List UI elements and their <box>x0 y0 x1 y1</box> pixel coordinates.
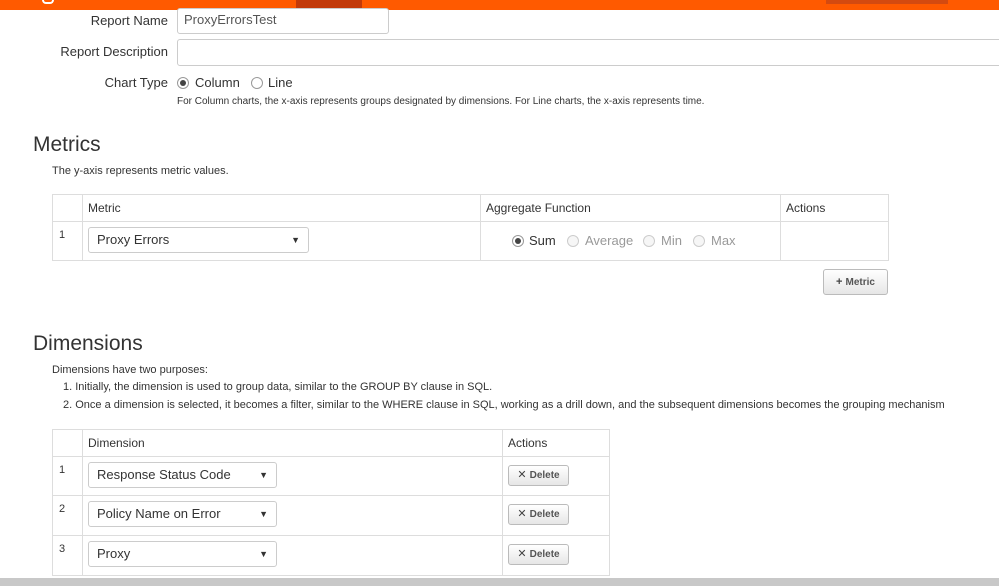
delete-button[interactable]: ✕ Delete <box>508 544 569 565</box>
close-icon: ✕ <box>517 548 527 560</box>
chart-type-line-label[interactable]: Line <box>268 75 293 90</box>
logo-icon[interactable] <box>42 0 54 4</box>
dimension-row: 2 Policy Name on Error ▼ ✕ Delete <box>52 495 610 536</box>
aggregate-average-radio[interactable] <box>567 235 579 247</box>
report-name-label: Report Name <box>90 13 168 28</box>
close-icon: ✕ <box>517 469 527 481</box>
metric-row-index: 1 <box>52 221 83 261</box>
report-description-input[interactable] <box>177 39 999 66</box>
close-icon: ✕ <box>517 508 527 520</box>
dimension-row-index: 3 <box>52 535 83 576</box>
chevron-down-icon: ▼ <box>291 235 300 245</box>
dimension-select[interactable]: Proxy ▼ <box>88 541 277 567</box>
metrics-table: Metric Aggregate Function Actions 1 Prox… <box>52 194 889 261</box>
chevron-down-icon: ▼ <box>259 549 268 559</box>
dimension-column-header: Dimension <box>82 429 503 457</box>
metrics-table-header: Metric Aggregate Function Actions <box>52 194 889 222</box>
aggregate-min-radio[interactable] <box>643 235 655 247</box>
delete-label: Delete <box>529 549 560 560</box>
add-metric-button[interactable]: + Metric <box>823 269 888 295</box>
dimension-row-index: 2 <box>52 495 83 536</box>
delete-label: Delete <box>529 509 560 520</box>
report-description-label: Report Description <box>60 44 168 59</box>
dimension-select[interactable]: Response Status Code ▼ <box>88 462 277 488</box>
chart-type-label: Chart Type <box>104 75 168 90</box>
aggregate-max-radio[interactable] <box>693 235 705 247</box>
delete-button[interactable]: ✕ Delete <box>508 465 569 486</box>
dimension-row: 1 Response Status Code ▼ ✕ Delete <box>52 456 610 496</box>
dimension-actions-cell: ✕ Delete <box>502 495 610 536</box>
aggregate-average-label[interactable]: Average <box>585 233 633 248</box>
chevron-down-icon: ▼ <box>259 509 268 519</box>
add-metric-label: Metric <box>845 277 875 288</box>
metrics-heading: Metrics <box>33 133 101 156</box>
chart-type-column-label[interactable]: Column <box>195 75 240 90</box>
dimension-select-value: Proxy <box>97 546 131 561</box>
chart-type-line-radio[interactable] <box>251 77 263 89</box>
chart-type-help-text: For Column charts, the x-axis represents… <box>177 96 705 107</box>
plus-icon: + <box>836 276 843 288</box>
top-action-button[interactable] <box>826 0 948 4</box>
dimensions-table-header: Dimension Actions <box>52 429 610 457</box>
metric-select-value: Proxy Errors <box>97 232 170 247</box>
dimension-select-value: Response Status Code <box>97 467 231 482</box>
metrics-index-header <box>52 194 83 222</box>
aggregate-function-column-header: Aggregate Function <box>480 194 781 222</box>
metric-select[interactable]: Proxy Errors ▼ <box>88 227 309 253</box>
dimension-actions-column-header: Actions <box>502 429 610 457</box>
horizontal-scrollbar[interactable] <box>0 578 999 586</box>
dimension-actions-cell: ✕ Delete <box>502 456 610 496</box>
metrics-note: The y-axis represents metric values. <box>52 165 229 177</box>
aggregate-sum-label[interactable]: Sum <box>529 233 556 248</box>
actions-column-header: Actions <box>780 194 889 222</box>
dimensions-point-2: 2. Once a dimension is selected, it beco… <box>63 399 945 411</box>
aggregate-max-label[interactable]: Max <box>711 233 736 248</box>
dimension-row: 3 Proxy ▼ ✕ Delete <box>52 535 610 576</box>
metric-actions-cell <box>780 221 889 261</box>
chevron-down-icon: ▼ <box>259 470 268 480</box>
dimension-select-value: Policy Name on Error <box>97 506 221 521</box>
report-name-input[interactable]: ProxyErrorsTest <box>177 8 389 34</box>
aggregate-function-cell: Sum Average Min Max <box>480 221 781 261</box>
dimensions-heading: Dimensions <box>33 332 143 355</box>
metric-row: 1 Proxy Errors ▼ Sum Average Min Max <box>52 221 889 261</box>
dimensions-table: Dimension Actions 1 Response Status Code… <box>52 429 610 576</box>
delete-label: Delete <box>529 470 560 481</box>
aggregate-min-label[interactable]: Min <box>661 233 682 248</box>
dimension-actions-cell: ✕ Delete <box>502 535 610 576</box>
dimension-select[interactable]: Policy Name on Error ▼ <box>88 501 277 527</box>
metric-column-header: Metric <box>82 194 481 222</box>
delete-button[interactable]: ✕ Delete <box>508 504 569 525</box>
chart-type-column-radio[interactable] <box>177 77 189 89</box>
aggregate-sum-radio[interactable] <box>512 235 524 247</box>
dimension-row-index: 1 <box>52 456 83 496</box>
top-nav-bar <box>0 0 999 10</box>
dimensions-point-1: 1. Initially, the dimension is used to g… <box>63 381 493 393</box>
dimensions-intro: Dimensions have two purposes: <box>52 364 208 376</box>
dimensions-index-header <box>52 429 83 457</box>
